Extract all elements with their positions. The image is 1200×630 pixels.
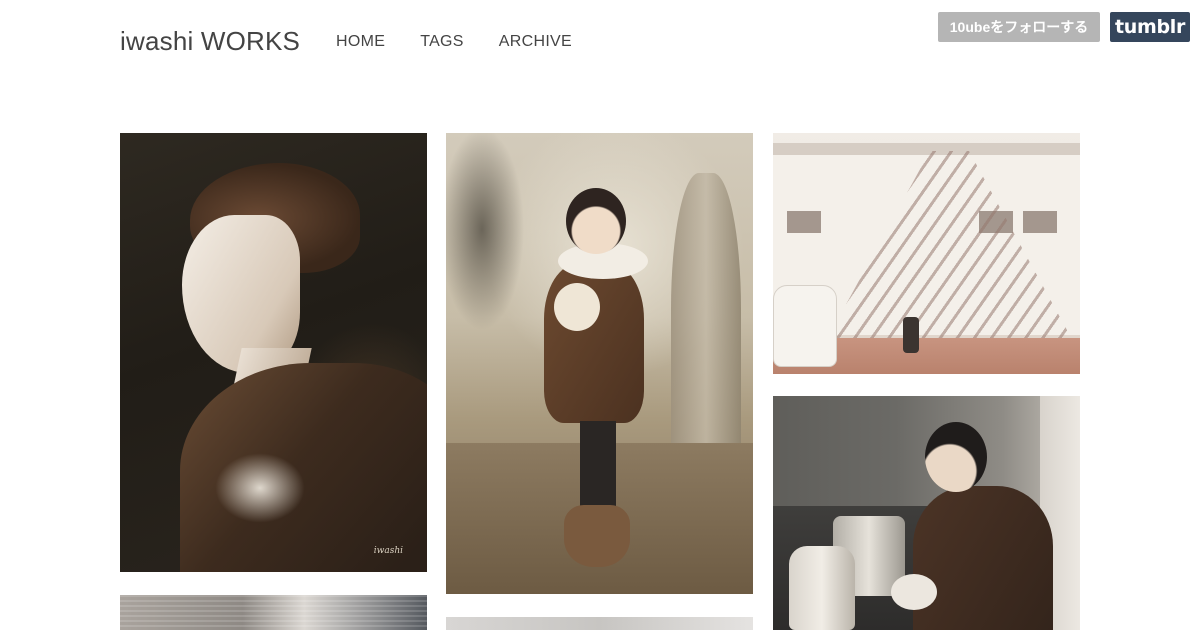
post-artwork-building[interactable] <box>773 133 1080 374</box>
artwork-person <box>903 317 919 353</box>
artwork-window <box>787 211 821 233</box>
artwork-coat-shape <box>180 363 427 572</box>
artwork-window <box>1023 211 1057 233</box>
artwork-cloth <box>891 574 937 610</box>
artwork-signature: iwashi <box>373 546 403 556</box>
artwork-coat-shape <box>544 263 644 423</box>
nav-archive[interactable]: ARCHIVE <box>499 33 572 51</box>
post-artwork-portrait[interactable]: iwashi <box>120 133 427 572</box>
artwork-head-shape <box>925 422 987 492</box>
follow-button[interactable]: 10ubeをフォローする <box>938 12 1100 42</box>
artwork-head-shape <box>566 188 626 254</box>
artwork-kettle <box>789 546 855 630</box>
artwork-boots <box>564 505 630 567</box>
artwork-highlight <box>215 453 305 523</box>
post-artwork-partial-left[interactable] <box>120 595 427 630</box>
nav-tags[interactable]: TAGS <box>420 33 464 51</box>
post-artwork-child-rabbit[interactable] <box>446 133 753 594</box>
tumblr-logo-button[interactable]: tumblr <box>1110 12 1190 42</box>
artwork-car <box>773 285 837 367</box>
nav-home[interactable]: HOME <box>336 33 385 51</box>
post-artwork-partial-middle[interactable] <box>446 617 753 630</box>
main-nav: HOME TAGS ARCHIVE <box>336 33 572 51</box>
artwork-body-shape <box>913 486 1053 630</box>
site-title[interactable]: iwashi WORKS <box>120 26 300 57</box>
artwork-roof <box>773 143 1080 155</box>
artwork-texture <box>120 595 427 630</box>
artwork-rabbit <box>554 283 600 331</box>
post-artwork-kitchen[interactable] <box>773 396 1080 630</box>
